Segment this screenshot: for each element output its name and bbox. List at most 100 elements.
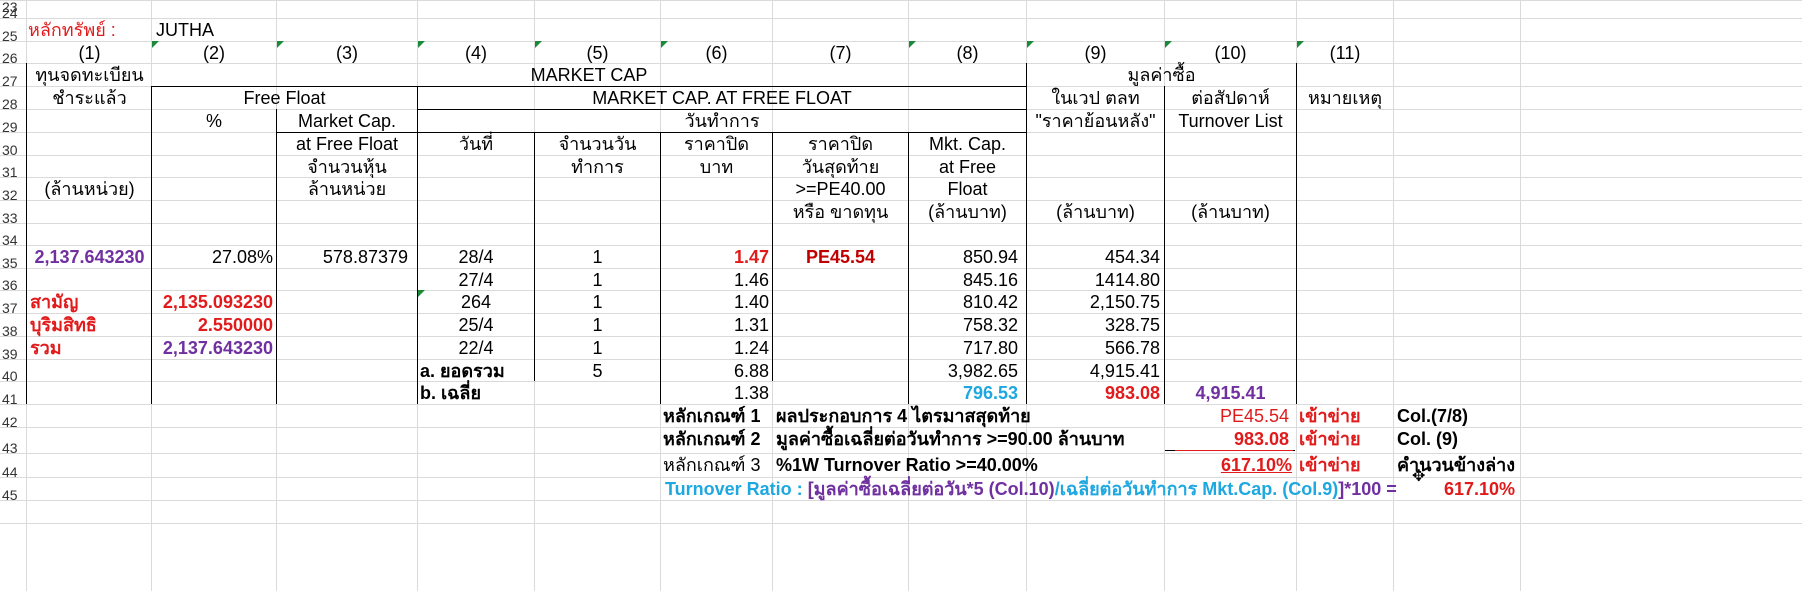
avg-label: b. เฉลี่ย	[420, 383, 481, 403]
row-days[interactable]: 1	[535, 313, 660, 338]
criteria-1-ref: Col.(7/8)	[1397, 406, 1469, 426]
close-header-2: บาท	[699, 157, 734, 177]
row-close[interactable]: 1.31	[661, 313, 769, 338]
criteria-3-label: หลักเกณฑ์ 3	[663, 455, 761, 475]
mkt-header-3: Float	[947, 179, 988, 199]
criteria-1-label: หลักเกณฑ์ 1	[663, 406, 761, 426]
row-date[interactable]: 22/4	[418, 336, 534, 361]
col-number-11: (11)	[1329, 43, 1361, 63]
row-number[interactable]: 44	[0, 460, 28, 485]
criteria-1-desc: ผลประกอบการ 4 ไตรมาสสุดท้าย	[776, 406, 1031, 426]
trading-days-header: วันทำการ	[684, 111, 760, 131]
row-number[interactable]: 41	[0, 387, 28, 412]
row-days[interactable]: 1	[535, 245, 660, 270]
criteria-2-desc: มูลค่าซื้อเฉลี่ยต่อวันทำการ >=90.00 ล้าน…	[776, 429, 1125, 449]
row-value[interactable]: 566.78	[1027, 336, 1160, 361]
mkt-header-1: Mkt. Cap.	[928, 134, 1007, 154]
row-days[interactable]: 1	[535, 336, 660, 361]
row-number[interactable]: 43	[0, 436, 28, 461]
criteria-1-value[interactable]: PE45.54	[1165, 404, 1289, 429]
row-number[interactable]: 38	[0, 319, 28, 344]
avg-close[interactable]: 1.38	[661, 381, 769, 406]
row-close[interactable]: 1.47	[661, 245, 769, 270]
row-number[interactable]: 24	[0, 1, 28, 26]
pe-value[interactable]: PE45.54	[773, 245, 908, 270]
sum-days[interactable]: 5	[535, 359, 660, 384]
common-value[interactable]: 2,135.093230	[152, 290, 273, 315]
per-week-label: ต่อสัปดาห์	[1191, 88, 1270, 108]
registered-capital-unit: (ล้านหน่วย)	[44, 179, 135, 199]
formula-label: Turnover Ratio :	[665, 479, 808, 499]
criteria-2-value[interactable]: 983.08	[1165, 427, 1289, 452]
in-period-label-2: "ราคาย้อนหลัง"	[1035, 111, 1156, 131]
criteria-2-ref: Col. (9)	[1397, 429, 1458, 449]
free-float-shares-value[interactable]: 578.87379	[277, 245, 408, 270]
criteria-3-value[interactable]: 617.10%	[1165, 453, 1292, 478]
criteria-3-desc: %1W Turnover Ratio >=40.00%	[776, 455, 1038, 475]
col9-unit: (ล้านบาท)	[1056, 202, 1135, 222]
mouse-cursor-icon: ✥	[1412, 468, 1426, 485]
row-date[interactable]: 28/4	[418, 245, 534, 270]
avg-value[interactable]: 983.08	[1027, 381, 1160, 406]
formula-line: Turnover Ratio : [มูลค่าซื้อเฉลี่ยต่อวัน…	[665, 477, 1397, 502]
row-number[interactable]: 34	[0, 228, 28, 253]
row-number[interactable]: 36	[0, 273, 28, 298]
row-number[interactable]: 40	[0, 364, 28, 389]
row-close[interactable]: 1.40	[661, 290, 769, 315]
date-header: วันที่	[458, 134, 494, 154]
turnover-list-label: Turnover List	[1178, 111, 1283, 131]
market-cap-header: MARKET CAP	[530, 65, 648, 85]
lastclose-header-4: หรือ ขาดทุน	[792, 202, 889, 222]
spreadsheet-grid[interactable]: 23 24 25 26 27 28 29 30 31 32 33 34 35 36 37 38 39 40 41 42…	[0, 0, 1802, 591]
avg-mcap[interactable]: 796.53	[909, 381, 1018, 406]
row-close[interactable]: 1.24	[661, 336, 769, 361]
preferred-value[interactable]: 2.550000	[152, 313, 273, 338]
row-date[interactable]: 25/4	[418, 313, 534, 338]
row-number[interactable]: 45	[0, 483, 28, 508]
lastclose-header-3: >=PE40.00	[795, 179, 886, 199]
row-date[interactable]: 264	[418, 290, 534, 315]
row-number[interactable]: 37	[0, 296, 28, 321]
registered-capital-label-2: ชำระแล้ว	[52, 88, 127, 108]
row-value[interactable]: 328.75	[1027, 313, 1160, 338]
criteria-3-result: เข้าข่าย	[1299, 455, 1361, 475]
criteria-2-label: หลักเกณฑ์ 2	[663, 429, 761, 449]
row-value[interactable]: 454.34	[1027, 245, 1160, 270]
week-value[interactable]: 4,915.41	[1165, 381, 1296, 406]
mkt-header-4: (ล้านบาท)	[928, 202, 1007, 222]
close-header-1: ราคาปิด	[683, 134, 750, 154]
free-float-pct-value[interactable]: 27.08%	[152, 245, 273, 270]
row-mcap[interactable]: 850.94	[909, 245, 1018, 270]
registered-capital-value[interactable]: 2,137.643230	[28, 245, 151, 270]
security-value[interactable]: JUTHA	[156, 18, 214, 43]
row-number[interactable]: 28	[0, 92, 28, 117]
total-value[interactable]: 2,137.643230	[152, 336, 273, 361]
total-label: รวม	[30, 338, 62, 358]
preferred-label: บุริมสิทธิ	[30, 315, 97, 335]
days-header-1: จำนวนวัน	[558, 134, 637, 154]
mcap-ff-label-1: Market Cap.	[297, 111, 397, 131]
remark-header: หมายเหตุ	[1307, 88, 1383, 108]
common-label: สามัญ	[30, 292, 79, 312]
row-mcap[interactable]: 810.42	[909, 290, 1018, 315]
formula-part-3: ]*100 =	[1338, 479, 1397, 499]
lastclose-header-1: ราคาปิด	[807, 134, 874, 154]
free-float-header: Free Float	[243, 88, 326, 108]
row-number[interactable]: 31	[0, 160, 28, 185]
criteria-1-result: เข้าข่าย	[1299, 406, 1361, 426]
criteria-2-result: เข้าข่าย	[1299, 429, 1361, 449]
row-number[interactable]: 32	[0, 183, 28, 208]
in-period-label: ในเวป ตลท	[1051, 88, 1140, 108]
row-mcap[interactable]: 758.32	[909, 313, 1018, 338]
row-days[interactable]: 1	[535, 290, 660, 315]
row-number[interactable]: 27	[0, 69, 28, 94]
row-mcap[interactable]: 717.80	[909, 336, 1018, 361]
purchase-value-header: มูลค่าซื้อ	[1127, 65, 1196, 85]
security-label: หลักทรัพย์ :	[28, 20, 116, 40]
row-number[interactable]: 29	[0, 115, 28, 140]
row-value[interactable]: 2,150.75	[1027, 290, 1160, 315]
market-cap-free-float-header: MARKET CAP. AT FREE FLOAT	[592, 88, 852, 108]
row-number[interactable]: 26	[0, 46, 28, 71]
row-number[interactable]: 42	[0, 410, 28, 435]
registered-capital-label-1: ทุนจดทะเบียน	[35, 65, 144, 85]
